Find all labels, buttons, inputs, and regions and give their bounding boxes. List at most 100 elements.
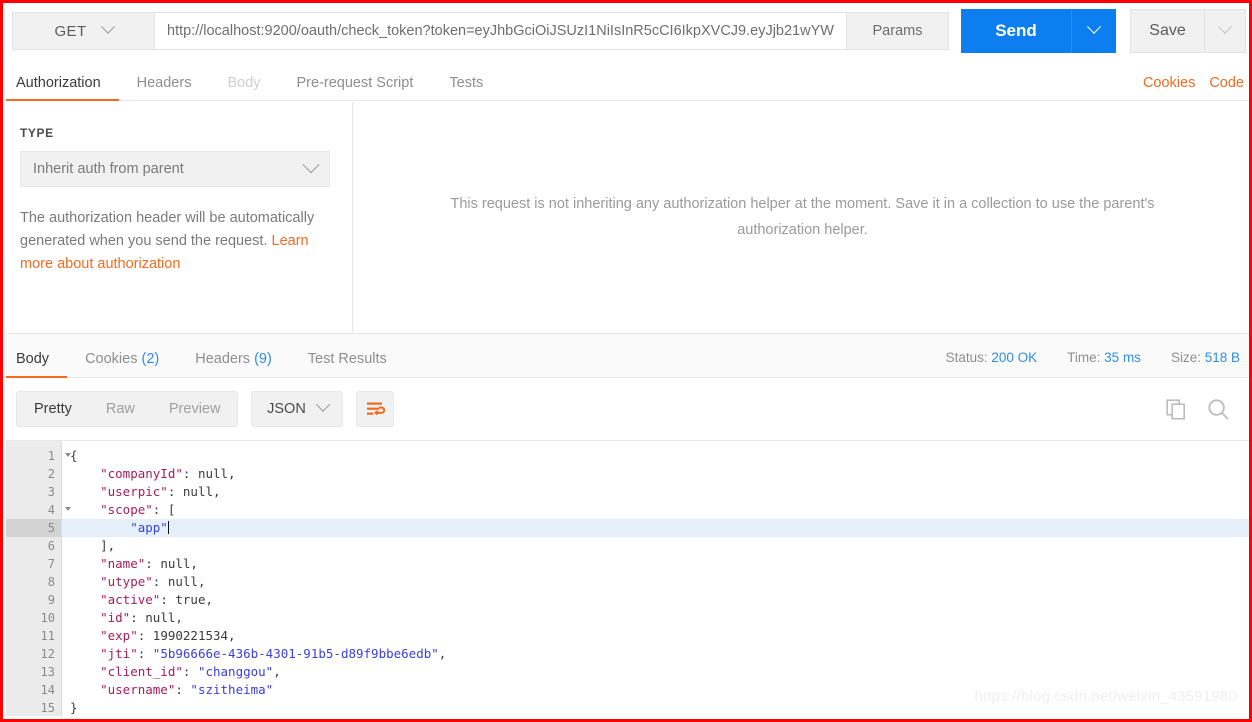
code-token: } (70, 700, 78, 715)
code-token: : (182, 664, 198, 679)
tab-authorization[interactable]: Authorization (6, 75, 119, 101)
code-token: null, (197, 466, 236, 481)
chevron-down-icon (1086, 19, 1102, 34)
size-value: 518 B (1204, 350, 1240, 365)
auth-type-value: Inherit auth from parent (33, 161, 184, 177)
chevron-down-icon (1217, 19, 1233, 34)
http-method-selector[interactable]: GET (12, 12, 154, 50)
line-number: 3 (47, 485, 55, 499)
auth-description-text: The authorization header will be automat… (20, 210, 315, 249)
url-input-wrapper[interactable] (154, 12, 847, 50)
http-method-label: GET (54, 22, 87, 40)
code-line: "client_id": "changgou", (62, 663, 1249, 681)
response-format-value: JSON (267, 401, 306, 417)
tab-response-cookies-label: Cookies (85, 351, 138, 367)
code-line: } (62, 699, 1249, 716)
tab-response-headers[interactable]: Headers (9) (177, 351, 290, 377)
tab-pre-request-script[interactable]: Pre-request Script (279, 75, 432, 100)
tab-response-body[interactable]: Body (6, 351, 68, 378)
line-number: 8 (47, 575, 55, 589)
tab-response-body-label: Body (16, 351, 50, 367)
line-number: 2 (47, 467, 55, 481)
code-token: : (137, 646, 153, 661)
code-content[interactable]: { "companyId": null, "userpic": null, "s… (62, 441, 1249, 716)
tab-response-cookies[interactable]: Cookies (2) (67, 351, 177, 377)
code-line: "utype": null, (62, 573, 1249, 591)
word-wrap-button[interactable] (356, 391, 395, 427)
auth-type-select[interactable]: Inherit auth from parent (20, 151, 330, 187)
code-token: "app" (70, 520, 168, 535)
line-number: 12 (40, 647, 55, 661)
code-token: "5b96666e-436b-4301-91b5-d89f9bbe6edb" (152, 646, 439, 661)
cookies-count: (2) (141, 351, 160, 367)
code-token: "utype" (70, 574, 153, 589)
code-token: null, (167, 574, 206, 589)
tab-tests[interactable]: Tests (431, 75, 501, 100)
code-token: : (182, 466, 198, 481)
params-button[interactable]: Params (847, 12, 949, 50)
request-url-bar: GET Params Send Save (6, 6, 1249, 56)
code-token: null, (182, 484, 221, 499)
line-number: 13 (40, 665, 55, 679)
view-mode-pretty[interactable]: Pretty (17, 392, 89, 426)
response-body-viewer[interactable]: 1 2 3 4 5 6 7 8 9 10 11 12 13 14 15 { "companyId": nul… (6, 440, 1249, 716)
status-indicator: Status: 200 OK (946, 350, 1038, 365)
line-number: 7 (47, 557, 55, 571)
search-button[interactable] (1207, 398, 1230, 421)
code-line: "scope": [ (62, 501, 1249, 519)
line-number: 4 (6, 501, 71, 519)
line-number-gutter: 1 2 3 4 5 6 7 8 9 10 11 12 13 14 15 (6, 441, 71, 716)
code-token: : (152, 574, 168, 589)
view-mode-raw[interactable]: Raw (89, 392, 152, 426)
code-line: "app" (62, 519, 1249, 537)
status-label: Status: (945, 350, 988, 365)
code-line: "exp": 1990221534, (62, 627, 1249, 645)
response-meta: Status: 200 OK Time: 35 ms Size: 518 B (946, 350, 1249, 377)
copy-icon (1166, 398, 1185, 419)
time-label: Time: (1067, 350, 1101, 365)
code-token: : (175, 682, 191, 697)
code-line: "name": null, (62, 555, 1249, 573)
code-token: 1990221534, (152, 628, 236, 643)
send-button[interactable]: Send (961, 9, 1071, 53)
save-button[interactable]: Save (1130, 9, 1204, 53)
url-input[interactable] (167, 23, 834, 39)
code-token: "exp" (70, 628, 138, 643)
response-format-select[interactable]: JSON (251, 391, 344, 427)
search-icon (1208, 398, 1229, 420)
code-link[interactable]: Code (1209, 75, 1244, 91)
tab-response-headers-label: Headers (195, 351, 251, 367)
code-token: "id" (70, 610, 131, 625)
code-token: true, (175, 592, 214, 607)
response-body-toolbar: Pretty Raw Preview JSON (6, 379, 1249, 439)
size-indicator: Size: 518 B (1171, 350, 1240, 365)
authorization-notice: This request is not inheriting any autho… (450, 196, 1155, 238)
code-token: null, (145, 610, 183, 625)
text-cursor (167, 521, 169, 534)
send-button-group: Send (961, 9, 1116, 53)
response-body-actions (1166, 398, 1242, 421)
code-token: : (130, 610, 146, 625)
code-token: "client_id" (70, 664, 183, 679)
send-options-button[interactable] (1071, 9, 1116, 53)
save-options-button[interactable] (1204, 9, 1246, 53)
line-number: 14 (40, 683, 55, 697)
cookies-link[interactable]: Cookies (1143, 75, 1195, 91)
code-token: ], (70, 538, 116, 553)
tab-headers[interactable]: Headers (119, 75, 210, 100)
copy-button[interactable] (1166, 398, 1187, 420)
tab-test-results[interactable]: Test Results (290, 351, 405, 377)
view-mode-preview[interactable]: Preview (152, 392, 238, 426)
params-label: Params (872, 23, 923, 39)
request-tab-bar: Authorization Headers Body Pre-request S… (6, 65, 1249, 101)
code-token: "changgou" (197, 664, 274, 679)
code-token: null, (160, 556, 198, 571)
authorization-settings: TYPE Inherit auth from parent The author… (6, 102, 353, 332)
size-label: Size: (1170, 350, 1201, 365)
line-number: 6 (47, 539, 55, 553)
chevron-down-icon (315, 397, 330, 412)
code-token: { (70, 448, 78, 463)
send-label: Send (995, 21, 1037, 40)
line-number: 11 (40, 629, 55, 643)
tab-body[interactable]: Body (209, 75, 278, 100)
